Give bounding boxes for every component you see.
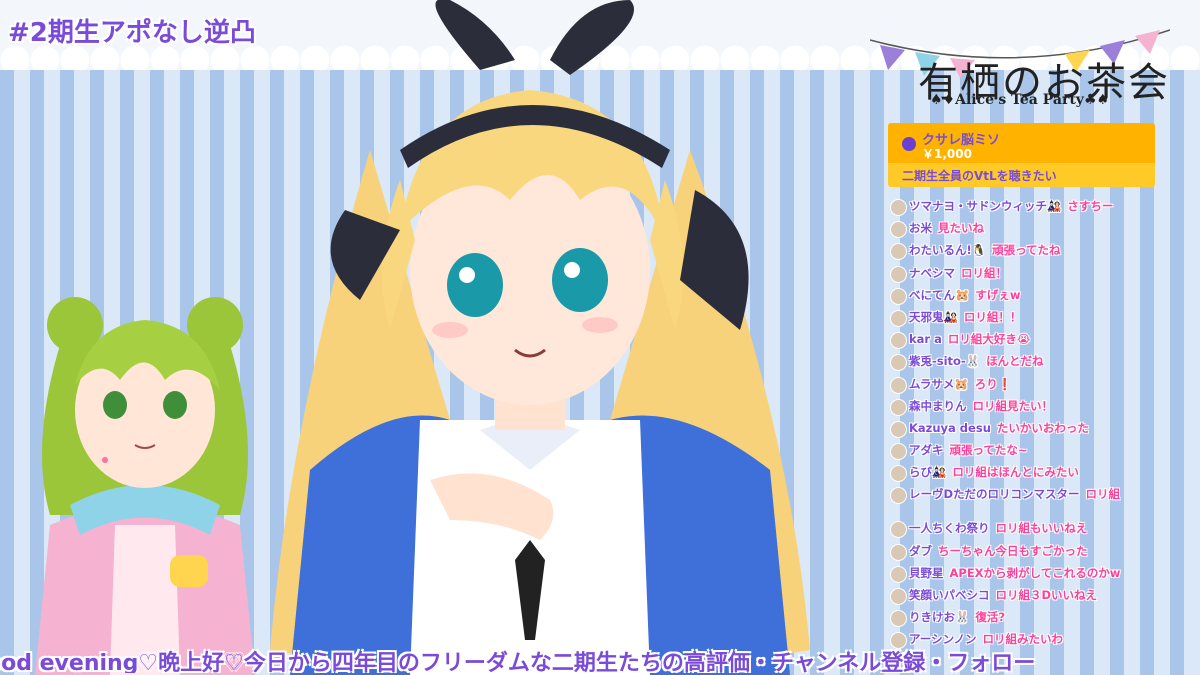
stream-title: #2期生アポなし逆凸 bbox=[8, 18, 256, 48]
chat-message: ナベシマ ロリ組！ bbox=[888, 263, 1188, 285]
chat-avatar bbox=[890, 265, 907, 283]
chat-message: 一人ちくわ祭り ロリ組もいいねえ bbox=[888, 518, 1188, 540]
super-chat-card: クサレ脳ミソ ￥1,000 二期生全員のVtLを聴きたい bbox=[888, 123, 1155, 187]
chat-avatar bbox=[890, 465, 907, 483]
chat-avatar bbox=[890, 565, 907, 583]
chat-avatar bbox=[890, 287, 907, 305]
chat-message: らび🎎 ロリ組はほんとにみたい bbox=[888, 462, 1188, 484]
chat-avatar bbox=[890, 243, 907, 261]
chat-message: ムラサメ🐹 ろり❗ bbox=[888, 374, 1188, 396]
super-chat-message: 二期生全員のVtLを聴きたい bbox=[902, 169, 1057, 183]
chat-author: ナベシマ bbox=[909, 265, 955, 280]
chat-author: ムラサメ🐹 bbox=[909, 376, 969, 391]
super-chat-amount: ￥1,000 bbox=[922, 147, 972, 161]
chat-avatar bbox=[890, 588, 907, 605]
chat-author: 森中まりん bbox=[909, 398, 967, 413]
scrolling-ticker: ood evening♡晩上好♡今日から四年目のフリーダムな二期生たちの高評価・… bbox=[0, 643, 1200, 673]
main-character-avatar bbox=[270, 0, 810, 675]
chat-author: べにてん🐹 bbox=[909, 287, 970, 302]
chat-author: お米 bbox=[909, 221, 932, 236]
logo-subtitle: ♠♦Alice's Tea Party♣♠ bbox=[930, 92, 1110, 108]
ticker-text: ood evening♡晩上好♡今日から四年目のフリーダムな二期生たちの高評価・… bbox=[0, 651, 1036, 673]
chat-avatar bbox=[890, 610, 907, 628]
chat-text: 復活? bbox=[975, 610, 1005, 625]
chat-avatar bbox=[890, 420, 907, 438]
chat-author: アダキ bbox=[909, 443, 944, 458]
chat-avatar bbox=[890, 199, 907, 216]
chat-message: 紫兎-sito-🐰 ほんとだね bbox=[888, 351, 1188, 373]
chat-avatar bbox=[890, 376, 907, 394]
chat-author: 貝野星 bbox=[909, 565, 944, 580]
super-chat-avatar bbox=[902, 137, 916, 151]
chat-author: ダブ bbox=[909, 543, 932, 558]
chat-author: 笑顔いパベシコ bbox=[909, 588, 990, 602]
chat-message: お米 見たいね bbox=[888, 218, 1188, 240]
chat-avatar bbox=[890, 521, 907, 539]
chat-message: 貝野星 APEXから剥がしてこれるのかw bbox=[888, 563, 1188, 585]
chat-author: ツマナヨ・サドンウィッチ🎎 bbox=[909, 199, 1062, 213]
chat-text: ロリ組 bbox=[1085, 487, 1121, 502]
chat-message: 天邪鬼🎎 ロリ組！！ bbox=[888, 307, 1188, 329]
chat-text: ロリ組見たい！ bbox=[972, 398, 1054, 413]
chat-text: ほんとだね bbox=[986, 354, 1044, 369]
chat-text: ちーちゃん今日もすごかった bbox=[938, 543, 1088, 558]
chat-author: 紫兎-sito-🐰 bbox=[909, 354, 981, 369]
chat-avatar bbox=[890, 487, 907, 505]
super-chat-body: 二期生全員のVtLを聴きたい bbox=[888, 163, 1155, 187]
chat-avatar bbox=[890, 443, 907, 461]
chat-message: わたいるん!🐧 頑張ってたね bbox=[888, 240, 1188, 262]
chat-message: べにてん🐹 すげぇw bbox=[888, 285, 1188, 307]
super-chat-header: クサレ脳ミソ ￥1,000 bbox=[888, 123, 1155, 163]
chat-message: kar a ロリ組大好き😭 bbox=[888, 329, 1188, 351]
chat-text: 見たいね bbox=[938, 221, 984, 236]
channel-logo: 有栖のお茶会 ♠♦Alice's Tea Party♣♠ bbox=[870, 20, 1170, 120]
chat-text: たいかいおわった bbox=[996, 420, 1089, 435]
chat-text: 頑張ってたな~ bbox=[949, 443, 1028, 458]
chat-message: レーヴDただのロリコンマスター ロリ組 bbox=[888, 484, 1188, 518]
chat-text: ロリ組！ bbox=[961, 265, 1007, 280]
chat-author: Kazuya desu bbox=[909, 420, 991, 435]
chat-author: 一人ちくわ祭り bbox=[909, 521, 990, 536]
chat-message: ダブ ちーちゃん今日もすごかった bbox=[888, 541, 1188, 563]
chat-text: 頑張ってたね bbox=[992, 243, 1061, 258]
guest-character-avatar bbox=[35, 297, 255, 675]
chat-avatar bbox=[890, 309, 907, 327]
chat-text: APEXから剥がしてこれるのかw bbox=[949, 565, 1121, 580]
chat-author: kar a bbox=[909, 332, 942, 347]
chat-text: ロリ組はほんとにみたい bbox=[952, 465, 1079, 480]
chat-message: 笑顔いパベシコ ロリ組３Dいいねえ bbox=[888, 585, 1188, 607]
chat-message: 森中まりん ロリ組見たい！ bbox=[888, 396, 1188, 418]
chat-message: りきけお🐰 復活? bbox=[888, 607, 1188, 629]
chat-avatar bbox=[890, 221, 907, 239]
chat-text: ロリ組３Dいいねえ bbox=[995, 588, 1098, 602]
chat-author: らび🎎 bbox=[909, 465, 947, 480]
chat-message: Kazuya desu たいかいおわった bbox=[888, 418, 1188, 440]
chat-author: わたいるん!🐧 bbox=[909, 243, 987, 258]
chat-avatar bbox=[890, 398, 907, 416]
chat-author: 天邪鬼🎎 bbox=[909, 309, 958, 324]
chat-text: すげぇw bbox=[975, 287, 1021, 302]
chat-text: さすちー bbox=[1067, 199, 1114, 213]
chat-text: ロリ組！！ bbox=[963, 309, 1022, 324]
stream-frame: #2期生アポなし逆凸 有栖のお茶会 ♠♦Alice's Tea Party♣♠ … bbox=[0, 0, 1200, 675]
chat-author: りきけお🐰 bbox=[909, 610, 970, 625]
live-chat-list: ツマナヨ・サドンウィッチ🎎 さすちー お米 見たいね わたいるん!🐧 頑張ってたね ナ… bbox=[888, 196, 1188, 652]
chat-avatar bbox=[890, 543, 907, 561]
chat-text: ロリ組大好き😭 bbox=[947, 332, 1031, 347]
chat-avatar bbox=[890, 354, 907, 372]
chat-message: ツマナヨ・サドンウィッチ🎎 さすちー bbox=[888, 196, 1188, 218]
chat-avatar bbox=[890, 332, 907, 350]
chat-text: ロリ組もいいねえ bbox=[995, 521, 1088, 536]
chat-message: アダキ 頑張ってたな~ bbox=[888, 440, 1188, 462]
chat-text: ろり❗ bbox=[974, 376, 1013, 391]
chat-author: レーヴDただのロリコンマスター bbox=[909, 487, 1080, 502]
